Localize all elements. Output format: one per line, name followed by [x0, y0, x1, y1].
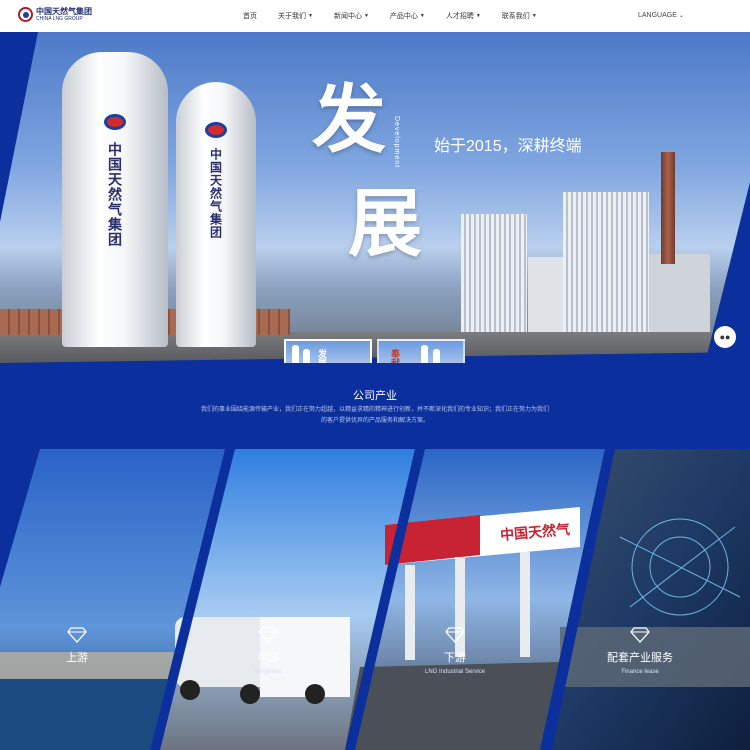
panel-midstream[interactable]: 中游 Integrated — [238, 627, 298, 675]
panel-title: 配套产业服务 — [607, 652, 673, 664]
main-menu: 首页 关于我们 ▼ 新闻中心 ▼ 产品中心 ▼ 人才招聘 ▼ 联系我们 ▼ — [243, 0, 558, 32]
logo-emblem-icon — [18, 7, 33, 22]
nav-item-label: 新闻中心 — [333, 13, 362, 20]
thumbnail-tank — [433, 349, 440, 363]
panel-services[interactable]: 配套产业服务 Finance lease — [595, 627, 685, 675]
hero-banner: 中国天然气集团 中国天然气集团 发 展 Development 始于2015，深… — [0, 32, 750, 363]
panel-upstream[interactable]: 上游 — [52, 627, 102, 669]
caret-down-icon: ▼ — [308, 13, 313, 19]
slide-thumbnail-2[interactable]: 奉献 — [377, 339, 465, 363]
language-label: LANGUAGE — [638, 12, 677, 19]
nav-item-label: 关于我们 — [278, 13, 306, 20]
nav-item-about[interactable]: 关于我们 ▼ — [278, 11, 313, 21]
thumbnail-tank — [421, 345, 428, 363]
caret-down-icon: ▼ — [475, 13, 481, 19]
nav-item-label: 首页 — [243, 13, 257, 20]
nav-item-careers[interactable]: 人才招聘 ▼ — [446, 11, 481, 21]
nav-item-products[interactable]: 产品中心 ▼ — [390, 11, 425, 21]
chevron-down-icon: ⌄ — [678, 13, 684, 19]
brand-logo[interactable]: 中国天然气集团 CHINA LNG GROUP — [18, 7, 92, 22]
nav-item-label: 联系我们 — [501, 13, 530, 20]
panel-title: 上游 — [66, 652, 88, 664]
brand-name-zh: 中国天然气集团 — [36, 6, 92, 16]
diamond-icon — [67, 627, 87, 643]
nav-item-label: 产品中心 — [389, 13, 418, 20]
caret-down-icon: ▼ — [531, 13, 537, 19]
panel-title: 下游 — [444, 652, 466, 664]
diamond-icon — [445, 627, 465, 643]
nav-item-news[interactable]: 新闻中心 ▼ — [334, 11, 369, 21]
hero-slogan: 始于2015，深耕终端 — [434, 138, 582, 155]
hero-title-en: Development — [393, 116, 400, 169]
panel-title: 中游 — [257, 652, 279, 664]
hero-title-fa: 发 — [312, 77, 386, 163]
caret-down-icon: ▼ — [363, 13, 369, 19]
thumbnail-caption: 奉献 — [389, 349, 399, 363]
nav-item-home[interactable]: 首页 — [243, 11, 257, 21]
top-navbar: 中国天然气集团 CHINA LNG GROUP 首页 关于我们 ▼ 新闻中心 ▼ 产… — [0, 0, 750, 32]
hero-title-zhan: 展 — [348, 181, 422, 267]
panel-subtitle: Integrated — [254, 669, 282, 675]
panels-art — [0, 449, 750, 750]
section-description: 我们的事业围绕能源传输产业，我们正在努力超越，以精益求精的精神进行创新，并不断深… — [200, 407, 549, 424]
industry-panels: 中国天然气 上游 中游 Integrated 下游 LNG Industrial… — [0, 447, 750, 750]
diamond-icon — [630, 627, 650, 643]
panel-downstream[interactable]: 下游 LNG Industrial Service — [405, 627, 505, 675]
thumbnail-tank — [303, 349, 310, 363]
section-title: 公司产业 — [353, 390, 397, 402]
panel-subtitle: Finance lease — [621, 669, 659, 675]
language-selector[interactable]: LANGUAGE ⌄ — [638, 12, 684, 19]
slide-thumbnail-1[interactable]: 发展 — [284, 339, 372, 363]
thumbnail-caption: 发展 — [316, 349, 326, 363]
nav-item-contact[interactable]: 联系我们 ▼ — [502, 11, 537, 21]
diamond-icon — [258, 627, 278, 643]
wechat-icon[interactable]: ●● — [714, 326, 736, 348]
caret-down-icon: ▼ — [419, 13, 425, 19]
thumbnail-tank — [292, 345, 299, 363]
brand-name-en: CHINA LNG GROUP — [36, 15, 83, 22]
nav-item-label: 人才招聘 — [445, 13, 474, 20]
panel-subtitle: LNG Industrial Service — [424, 669, 486, 675]
